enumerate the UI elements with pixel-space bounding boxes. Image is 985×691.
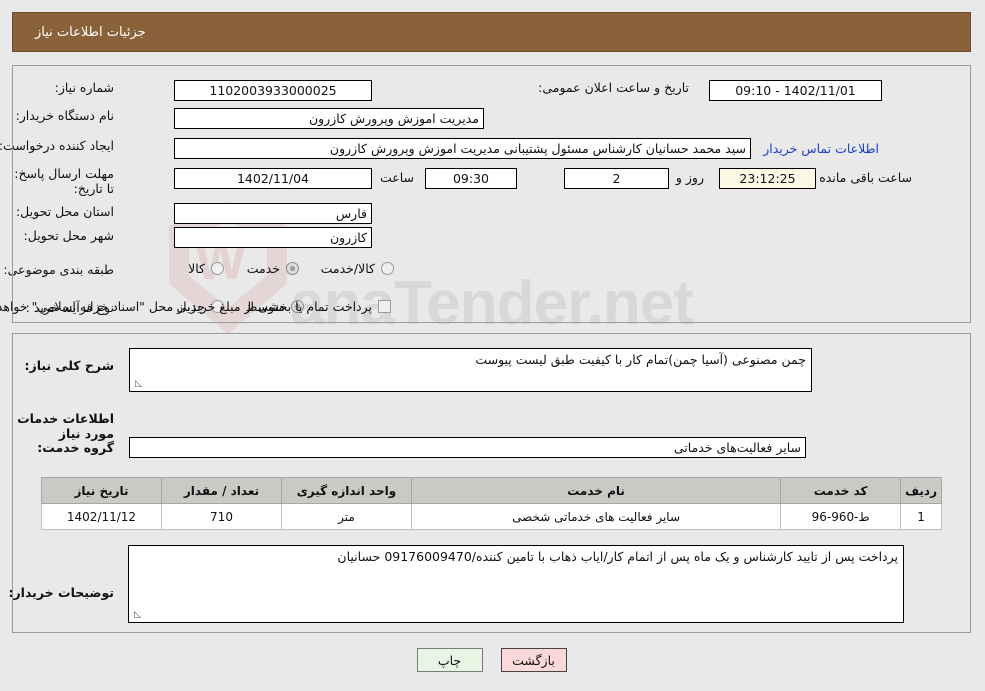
buyer-notes-label-row: توضیحات خریدار: <box>9 585 115 600</box>
col-need-date: تاریخ نیاز <box>42 477 163 504</box>
need-summary-panel <box>13 65 972 323</box>
buyer-notes-value: پرداخت پس از تایید کارشناس و یک ماه پس ا… <box>338 549 899 564</box>
page-root: W anaTender.net جزئیات اطلاعات نیاز شمار… <box>0 0 985 691</box>
category-option-label-0: کالا <box>189 261 206 276</box>
print-button[interactable]: چاپ <box>417 648 484 672</box>
action-buttons: بازگشت چاپ <box>0 648 985 672</box>
table-header-row: ردیف کد خدمت نام خدمت واحد اندازه گیری ت… <box>42 477 943 504</box>
cell-service-name: سایر فعالیت های خدماتی شخصی <box>411 503 783 530</box>
deadline-date-field[interactable]: 1402/11/04 <box>175 168 373 189</box>
need-number-field[interactable]: 1102003933000025 <box>175 80 373 101</box>
need-desc-value: چمن مصنوعی (آسیا چمن)تمام کار با کیفیت ط… <box>476 352 807 367</box>
creator-field[interactable]: سید محمد حسانیان کارشناس مسئول پشتیبانی … <box>175 138 752 159</box>
radio-kala-khedmat-icon[interactable] <box>382 262 395 275</box>
buyer-notes-label: توضیحات خریدار: <box>9 585 115 600</box>
service-group-label-row: گروه خدمت: <box>38 440 115 455</box>
resize-grip-icon[interactable]: ◺ <box>134 380 143 389</box>
category-option-khedmat[interactable]: خدمت <box>248 261 300 276</box>
treasury-checkbox-icon[interactable] <box>379 300 392 313</box>
category-option-kala-khedmat[interactable]: کالا/خدمت <box>322 261 395 276</box>
table-row[interactable]: 1 ط-960-96 سایر فعالیت های خدماتی شخصی م… <box>42 503 943 530</box>
services-section-title: اطلاعات خدمات مورد نیاز <box>18 411 115 441</box>
service-group-field[interactable]: سایر فعالیت‌های خدماتی <box>130 437 807 458</box>
service-group-label: گروه خدمت: <box>38 440 115 455</box>
cell-need-date: 1402/11/12 <box>42 503 163 530</box>
category-option-label-1: خدمت <box>247 261 281 276</box>
city-field[interactable]: کازرون <box>175 227 373 248</box>
services-section-title-row: اطلاعات خدمات مورد نیاز <box>0 411 115 441</box>
buyer-org-field[interactable]: مدیریت اموزش وپرورش کازرون <box>175 108 485 129</box>
cell-quantity: 710 <box>162 503 283 530</box>
radio-khedmat-icon[interactable] <box>287 262 300 275</box>
col-unit: واحد اندازه گیری <box>282 477 413 504</box>
need-desc-label-row: شرح کلی نیاز: <box>26 358 115 373</box>
province-field[interactable]: فارس <box>175 203 373 224</box>
need-desc-textarea[interactable]: چمن مصنوعی (آسیا چمن)تمام کار با کیفیت ط… <box>130 348 813 392</box>
countdown-field[interactable]: 23:12:25 <box>720 168 817 189</box>
cell-unit: متر <box>282 503 413 530</box>
need-desc-label: شرح کلی نیاز: <box>25 358 115 373</box>
cell-index: 1 <box>901 503 943 530</box>
page-header-bar: جزئیات اطلاعات نیاز <box>13 12 972 52</box>
announce-datetime-field[interactable]: 1402/11/01 - 09:10 <box>710 80 883 101</box>
services-table: ردیف کد خدمت نام خدمت واحد اندازه گیری ت… <box>42 477 943 530</box>
cell-service-code: ط-960-96 <box>781 503 903 530</box>
radio-kala-icon[interactable] <box>212 262 225 275</box>
days-remaining-field[interactable]: 2 <box>565 168 670 189</box>
col-quantity: تعداد / مقدار <box>162 477 283 504</box>
page-title: جزئیات اطلاعات نیاز <box>36 24 147 40</box>
col-service-name: نام خدمت <box>411 477 783 504</box>
treasury-checkbox-row[interactable]: پرداخت تمام یا بخشی از مبلغ خرید،از محل … <box>0 299 392 314</box>
treasury-checkbox-label: پرداخت تمام یا بخشی از مبلغ خرید،از محل … <box>0 299 373 314</box>
category-option-label-2: کالا/خدمت <box>321 261 376 276</box>
back-button[interactable]: بازگشت <box>501 648 568 672</box>
col-service-code: کد خدمت <box>781 477 903 504</box>
col-index: ردیف <box>901 477 943 504</box>
deadline-time-field[interactable]: 09:30 <box>426 168 518 189</box>
buyer-notes-textarea[interactable]: پرداخت پس از تایید کارشناس و یک ماه پس ا… <box>129 545 905 623</box>
notes-resize-grip-icon[interactable]: ◺ <box>133 611 142 620</box>
category-option-kala[interactable]: کالا <box>189 261 225 276</box>
